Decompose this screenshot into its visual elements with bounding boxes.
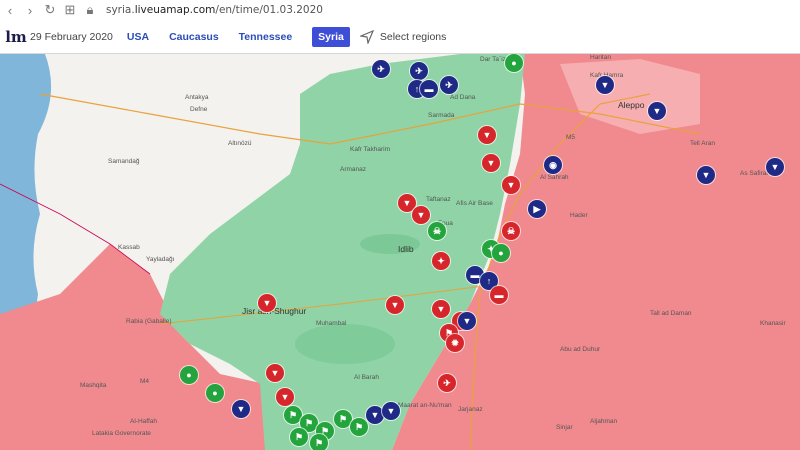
event-marker-bomb-icon[interactable]: ▼ [502, 176, 520, 194]
event-marker-rebel-icon[interactable]: ● [492, 244, 510, 262]
city-label-al-sahrah: Al Sahrah [540, 174, 569, 181]
event-marker-video-icon[interactable]: ▶ [528, 200, 546, 218]
navigation-arrow-icon [359, 29, 374, 44]
apps-grid-icon[interactable]: ⊞ [60, 2, 80, 18]
back-icon[interactable]: ‹ [0, 3, 20, 18]
event-marker-rebel-icon[interactable]: ● [505, 54, 523, 72]
city-label-maarat: Maarat an-Nu'man [398, 402, 452, 409]
city-label-altinozu: Altınözü [228, 140, 252, 147]
reload-icon[interactable]: ↻ [40, 2, 60, 18]
event-marker-bomb-icon[interactable]: ▼ [596, 76, 614, 94]
city-label-rabia: Rabia (Gaballe) [126, 318, 172, 325]
city-label-sinjar: Sinjar [556, 424, 573, 431]
city-label-khanasir: Khanasir [760, 320, 786, 327]
city-label-al-barah: Al Barah [354, 374, 379, 381]
city-label-as-safirah: As Safirah [740, 170, 770, 177]
browser-toolbar: ‹ › ↻ ⊞ 🔒︎ syria.liveuamap.com/en/time/0… [0, 0, 800, 21]
city-label-abu-ad-duhur: Abu ad Duhur [560, 346, 601, 353]
address-bar[interactable]: syria.liveuamap.com/en/time/01.03.2020 [106, 4, 323, 16]
event-marker-bomb-icon[interactable]: ▼ [478, 126, 496, 144]
event-marker-fire-icon[interactable]: ✹ [446, 334, 464, 352]
event-marker-location-icon[interactable]: ◉ [544, 156, 562, 174]
city-label-antakya: Antakya [185, 94, 209, 101]
city-label-jarjanaz: Jarjanaz [458, 406, 483, 413]
city-label-kassab: Kassab [118, 244, 140, 251]
city-label-muhambal: Muhambal [316, 320, 347, 327]
city-label-yayladagi: Yayladağı [146, 256, 175, 263]
city-label-aleppo: Aleppo [618, 100, 645, 110]
event-marker-jet-icon[interactable]: ✈ [410, 62, 428, 80]
city-label-sarmada: Sarmada [428, 112, 455, 119]
site-header: lm 29 February 2020 USA Caucasus Tenness… [0, 20, 800, 54]
lock-icon: 🔒︎ [86, 2, 94, 17]
event-marker-bomb-icon[interactable]: ▼ [258, 294, 276, 312]
event-marker-skull-icon[interactable]: ☠ [428, 222, 446, 240]
road-label-m4: M4 [140, 378, 150, 385]
event-marker-truck-icon[interactable]: ▬ [420, 80, 438, 98]
city-label-tell-aran: Tell Aran [690, 140, 715, 147]
road-label-m5: M5 [566, 134, 576, 141]
event-marker-jet-icon[interactable]: ✈ [440, 76, 458, 94]
event-marker-bomb-icon[interactable]: ▼ [382, 402, 400, 420]
event-marker-bomb-icon[interactable]: ▼ [648, 102, 666, 120]
city-label-haritan: Haritan [590, 54, 611, 61]
city-label-samandag: Samandağ [108, 158, 140, 165]
event-marker-flag-icon[interactable]: ⚑ [310, 434, 328, 450]
tab-usa[interactable]: USA [127, 31, 149, 43]
event-marker-rebel-icon[interactable]: ● [180, 366, 198, 384]
tab-tennessee[interactable]: Tennessee [239, 31, 293, 43]
event-marker-skull-icon[interactable]: ☠ [502, 222, 520, 240]
city-label-hadir: Hader [570, 212, 588, 219]
forward-icon[interactable]: › [20, 3, 40, 18]
event-marker-bomb-icon[interactable]: ▼ [412, 206, 430, 224]
tab-syria[interactable]: Syria [312, 26, 350, 47]
city-label-taftanaz: Taftanaz [426, 196, 451, 203]
event-marker-bomb-icon[interactable]: ▼ [458, 312, 476, 330]
event-marker-flag-icon[interactable]: ⚑ [290, 428, 308, 446]
tab-caucasus[interactable]: Caucasus [169, 31, 219, 43]
event-marker-bomb-icon[interactable]: ▼ [482, 154, 500, 172]
city-label-aljahman: Aljahman [590, 418, 618, 425]
city-label-kafr-takharim: Kafr Takharim [350, 146, 390, 153]
city-label-defne: Defne [190, 106, 208, 113]
event-marker-airstrike-icon[interactable]: ✈ [372, 60, 390, 78]
city-label-armanaz: Armanaz [340, 166, 367, 173]
event-marker-flag-icon[interactable]: ⚑ [350, 418, 368, 436]
event-marker-bomb-icon[interactable]: ▼ [697, 166, 715, 184]
select-regions-label: Select regions [379, 30, 447, 43]
event-marker-bomb-icon[interactable]: ▼ [432, 300, 450, 318]
event-marker-bomb-icon[interactable]: ▼ [386, 296, 404, 314]
event-marker-helicopter-icon[interactable]: ✦ [432, 252, 450, 270]
event-marker-bomb-icon[interactable]: ▼ [232, 400, 250, 418]
event-marker-tank-icon[interactable]: ▬ [490, 286, 508, 304]
event-marker-bomb-icon[interactable]: ▼ [276, 388, 294, 406]
event-marker-rebel-icon[interactable]: ● [206, 384, 224, 402]
event-marker-jet-icon[interactable]: ✈ [438, 374, 456, 392]
city-label-afis: Afis Air Base [456, 200, 493, 207]
site-logo[interactable]: lm [2, 28, 30, 46]
city-label-al-haffah: Al-Haffah [130, 418, 157, 425]
map-canvas[interactable]: Antakya Defne Altınözü Samandağ Yayladağ… [0, 54, 800, 450]
city-label-ad-dana: Ad Dana [450, 94, 476, 101]
select-regions-button[interactable]: Select regions [359, 29, 447, 44]
event-marker-bomb-icon[interactable]: ▼ [766, 158, 784, 176]
city-label-latakia: Latakia Governorate [92, 430, 151, 437]
city-label-mashqita: Mashqita [80, 382, 107, 389]
city-label-tall-ad-daman: Tall ad Daman [650, 310, 692, 317]
current-date[interactable]: 29 February 2020 [30, 31, 113, 43]
city-label-idlib: Idlib [398, 244, 414, 254]
event-marker-bomb-icon[interactable]: ▼ [266, 364, 284, 382]
